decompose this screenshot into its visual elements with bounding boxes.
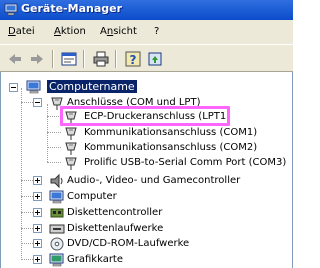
collapse-icon[interactable]	[9, 83, 18, 92]
menu-ansicht-rest: sicht	[113, 26, 137, 37]
expand-icon[interactable]	[33, 208, 42, 217]
tree-item-audio[interactable]: Audio-, Video- und Gamecontroller	[1, 173, 261, 189]
toolbar-separator	[83, 50, 85, 68]
expand-icon[interactable]	[33, 239, 42, 248]
floppy-drive-icon	[49, 221, 65, 237]
toolbar-separator	[115, 50, 117, 68]
toolbar-separator	[52, 50, 54, 68]
expand-icon[interactable]	[33, 176, 42, 185]
window-title: Geräte-Manager	[21, 2, 123, 15]
device-manager-icon	[4, 3, 18, 16]
menu-aktion-rest: ktion	[60, 26, 86, 37]
display-adapter-icon	[49, 252, 65, 268]
port-label: Kommunikationsanschluss (COM1)	[84, 127, 258, 138]
svg-text:?: ?	[130, 53, 137, 67]
tree-item-graphics[interactable]: Grafikkarte	[1, 252, 201, 268]
toolbar: ?	[0, 44, 293, 72]
tree-root[interactable]: Computername	[1, 79, 201, 95]
cd-drive-icon	[49, 236, 65, 252]
category-label: Diskettenlaufwerke	[67, 223, 164, 234]
expand-icon[interactable]	[33, 192, 42, 201]
port-connector-icon	[63, 140, 79, 156]
menu-aktion-accel: A	[54, 26, 61, 37]
properties-icon[interactable]	[60, 50, 78, 68]
menu-bar: Datei Aktion Ansicht ?	[0, 20, 293, 44]
menu-datei-accel: D	[8, 26, 16, 37]
tree-item-floppy-drives[interactable]: Diskettenlaufwerke	[1, 221, 221, 237]
title-bar[interactable]: Geräte-Manager	[0, 0, 293, 20]
category-label: DVD/CD-ROM-Laufwerke	[67, 238, 190, 249]
tree-item-computer[interactable]: Computer	[1, 189, 201, 205]
port-connector-icon	[63, 155, 79, 171]
port-label: Prolific USB-to-Serial Comm Port (COM3)	[84, 157, 287, 168]
tree-item-dvd-drives[interactable]: DVD/CD-ROM-Laufwerke	[1, 236, 241, 252]
menu-aktion[interactable]: Aktion	[54, 26, 86, 37]
expand-icon[interactable]	[33, 255, 42, 264]
back-icon[interactable]	[6, 50, 24, 68]
computer-icon	[49, 189, 65, 205]
highlight-box	[60, 106, 230, 126]
help-icon[interactable]: ?	[124, 50, 142, 68]
computer-icon	[26, 79, 42, 95]
menu-ansicht-pre: A	[100, 26, 107, 37]
controller-icon	[49, 205, 65, 221]
menu-ansicht[interactable]: Ansicht	[100, 26, 137, 37]
category-label: Computer	[67, 191, 117, 202]
forward-icon[interactable]	[28, 50, 46, 68]
category-label: Audio-, Video- und Gamecontroller	[67, 175, 241, 186]
menu-datei[interactable]: Datei	[8, 26, 35, 37]
expand-icon[interactable]	[33, 224, 42, 233]
port-connector-icon	[63, 125, 79, 141]
tree-item-floppy-controller[interactable]: Diskettencontroller	[1, 205, 221, 221]
category-label: Grafikkarte	[67, 254, 124, 265]
print-icon[interactable]	[92, 50, 110, 68]
menu-datei-rest: atei	[15, 26, 35, 37]
audio-icon	[49, 173, 65, 189]
menu-help[interactable]: ?	[154, 26, 159, 37]
update-driver-icon[interactable]	[146, 50, 164, 68]
collapse-icon[interactable]	[33, 98, 42, 107]
tree-item-com3[interactable]: Prolific USB-to-Serial Comm Port (COM3)	[1, 155, 291, 171]
tree-item-com2[interactable]: Kommunikationsanschluss (COM2)	[1, 140, 281, 156]
category-label: Diskettencontroller	[67, 207, 163, 218]
port-label: Kommunikationsanschluss (COM2)	[84, 142, 258, 153]
tree-item-com1[interactable]: Kommunikationsanschluss (COM1)	[1, 125, 281, 141]
root-label: Computername	[47, 80, 137, 93]
device-tree[interactable]: Computername Anschlüsse (COM und LPT) EC…	[0, 72, 293, 268]
